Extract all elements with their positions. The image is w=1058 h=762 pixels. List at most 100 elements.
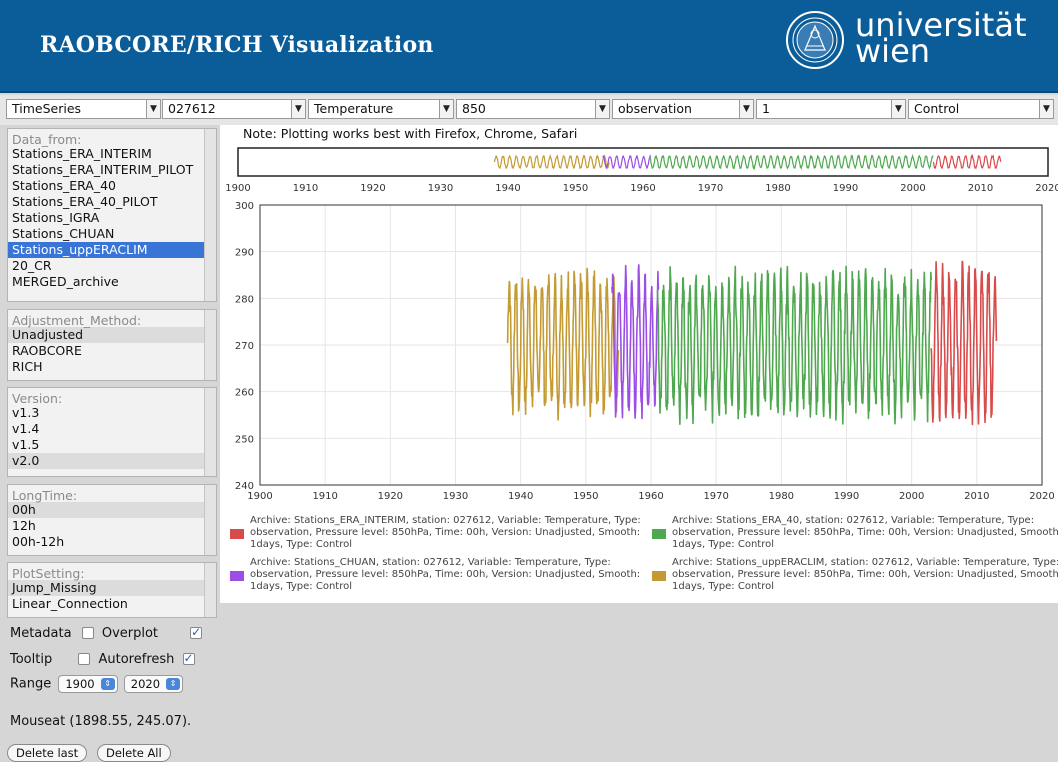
y-tick-label: 280 (235, 294, 254, 305)
y-tick-label: 290 (235, 248, 254, 259)
tooltip-checkbox[interactable] (78, 653, 91, 665)
list-option[interactable]: 12h (8, 518, 204, 534)
y-tick-label: 250 (235, 434, 254, 445)
overplot-label: Overplot (101, 626, 159, 641)
updown-arrows-icon: ⇕ (100, 678, 115, 690)
overplot-checkbox[interactable] (190, 625, 203, 639)
overview-tick-label: 1930 (428, 183, 453, 194)
list-option-selected[interactable]: Stations_uppERACLIM (8, 242, 204, 258)
y-tick-label: 240 (235, 481, 254, 492)
pressure-level-select[interactable]: 850 ▼ (456, 99, 610, 119)
list-option[interactable]: v1.4 (8, 421, 204, 437)
x-tick-label: 2000 (899, 491, 924, 502)
app-header: RAOBCORE/RICH Visualization universität … (0, 0, 1058, 93)
x-tick-label: 1940 (508, 491, 533, 502)
plot-type-select[interactable]: TimeSeries ▼ (6, 99, 161, 119)
overview-tick-label: 1980 (765, 183, 790, 194)
list-header: LongTime: (12, 488, 78, 503)
chart-legend: Archive: Stations_ERA_INTERIM, station: … (230, 515, 1058, 601)
university-logo-text: universität wien (855, 6, 1027, 70)
list-option[interactable]: Stations_ERA_INTERIM_PILOT (8, 162, 204, 178)
list-option[interactable]: MERGED_archive (8, 274, 204, 290)
autorefresh-checkbox[interactable] (182, 651, 195, 665)
overview-navigator[interactable]: 1900 1910 1920 1930 1940 1950 1960 1970 1980 1990… (225, 147, 1058, 194)
scrollbar[interactable] (204, 485, 216, 555)
list-option[interactable]: Stations_ERA_INTERIM (8, 146, 204, 162)
overview-frame (237, 147, 1049, 177)
series-line-Stations_ERA_INTERIM (930, 260, 998, 426)
list-header: Version: (12, 391, 63, 406)
range-row: Range 1900 ⇕ 2020 ⇕ (10, 675, 184, 693)
data-from-list[interactable]: Data_from: Stations_ERA_INTERIM Stations… (7, 128, 217, 302)
list-option[interactable]: RICH (8, 359, 204, 375)
longtime-list[interactable]: LongTime: 00h 12h 00h-12h (7, 484, 217, 556)
y-tick-label: 300 (235, 201, 254, 212)
legend-swatch (230, 571, 244, 581)
chevron-down-icon: ▼ (439, 100, 453, 118)
control-select[interactable]: Control ▼ (908, 99, 1054, 119)
chevron-down-icon: ▼ (595, 100, 609, 118)
type-select[interactable]: observation ▼ (612, 99, 754, 119)
x-tick-label: 1930 (443, 491, 468, 502)
university-seal-icon (786, 11, 844, 69)
tooltip-label: Tooltip (10, 652, 53, 667)
scrollbar[interactable] (204, 388, 216, 476)
x-tick-label: 2020 (1029, 491, 1054, 502)
scrollbar[interactable] (204, 563, 216, 617)
updown-arrows-icon: ⇕ (166, 678, 181, 690)
metadata-checkbox[interactable] (81, 627, 94, 639)
list-option[interactable]: v1.3 (8, 405, 204, 421)
list-option[interactable]: Linear_Connection (8, 596, 204, 612)
delete-last-button[interactable]: Delete last (7, 744, 88, 762)
list-option[interactable]: Stations_CHUAN (8, 226, 204, 242)
overview-tick-label: 1910 (293, 183, 318, 194)
main-plot[interactable]: 1900 1910 1920 1930 1940 1950 1960 1970 1980 1990… (235, 201, 1055, 502)
legend-swatch (230, 529, 244, 539)
overview-tick-label: 1990 (833, 183, 858, 194)
range-label: Range (10, 676, 52, 692)
plot-setting-list[interactable]: PlotSetting: Jump_Missing Linear_Connect… (7, 562, 217, 618)
list-option[interactable]: 00h-12h (8, 534, 204, 550)
overview-tick-label: 1950 (563, 183, 588, 194)
list-option-selected[interactable]: 00h (8, 502, 204, 518)
list-option[interactable]: Stations_IGRA (8, 210, 204, 226)
list-option-selected[interactable]: Unadjusted (8, 327, 204, 343)
overview-tick-label: 2010 (968, 183, 993, 194)
scrollbar[interactable] (204, 129, 216, 301)
overview-tick-label: 1940 (495, 183, 520, 194)
overview-tick-label: 1970 (698, 183, 723, 194)
legend-swatch (652, 571, 666, 581)
browser-note: Note: Plotting works best with Firefox, … (243, 126, 578, 141)
app-title: RAOBCORE/RICH Visualization (40, 32, 434, 58)
overview-tick-label: 1960 (630, 183, 655, 194)
list-header: Adjustment_Method: (12, 313, 142, 328)
smooth-select[interactable]: 1 ▼ (756, 99, 906, 119)
delete-all-button[interactable]: Delete All (97, 744, 171, 762)
chevron-down-icon: ▼ (291, 100, 305, 118)
legend-label: Archive: Stations_uppERACLIM, station: 0… (672, 557, 1058, 592)
station-select[interactable]: 027612 ▼ (162, 99, 306, 119)
overview-tick-label: 2020 (1035, 183, 1058, 194)
legend-label: Archive: Stations_ERA_INTERIM, station: … (250, 515, 641, 550)
range-from-select[interactable]: 1900 ⇕ (58, 675, 118, 693)
version-list[interactable]: Version: v1.3 v1.4 v1.5 v2.0 (7, 387, 217, 477)
temperature-chart[interactable]: 1900 1910 1920 1930 1940 1950 1960 1970 1980 1990… (220, 140, 1058, 510)
variable-select[interactable]: Temperature ▼ (308, 99, 454, 119)
adjustment-method-list[interactable]: Adjustment_Method: Unadjusted RAOBCORE R… (7, 309, 217, 381)
chevron-down-icon: ▼ (891, 100, 905, 118)
mouseat-readout: Mouseat (1898.55, 245.07). (10, 714, 192, 729)
list-option[interactable]: Stations_ERA_40_PILOT (8, 194, 204, 210)
x-tick-label: 1950 (573, 491, 598, 502)
list-option[interactable]: 20_CR (8, 258, 204, 274)
list-option-selected[interactable]: v2.0 (8, 453, 204, 469)
list-option[interactable]: Stations_ERA_40 (8, 178, 204, 194)
y-tick-label: 260 (235, 388, 254, 399)
scrollbar[interactable] (204, 310, 216, 380)
overview-tick-label: 1900 (225, 183, 250, 194)
list-option-selected[interactable]: Jump_Missing (8, 580, 204, 596)
x-tick-label: 1990 (834, 491, 859, 502)
range-to-select[interactable]: 2020 ⇕ (123, 675, 184, 693)
list-option[interactable]: v1.5 (8, 437, 204, 453)
autorefresh-label: Autorefresh (98, 652, 175, 667)
list-option[interactable]: RAOBCORE (8, 343, 204, 359)
